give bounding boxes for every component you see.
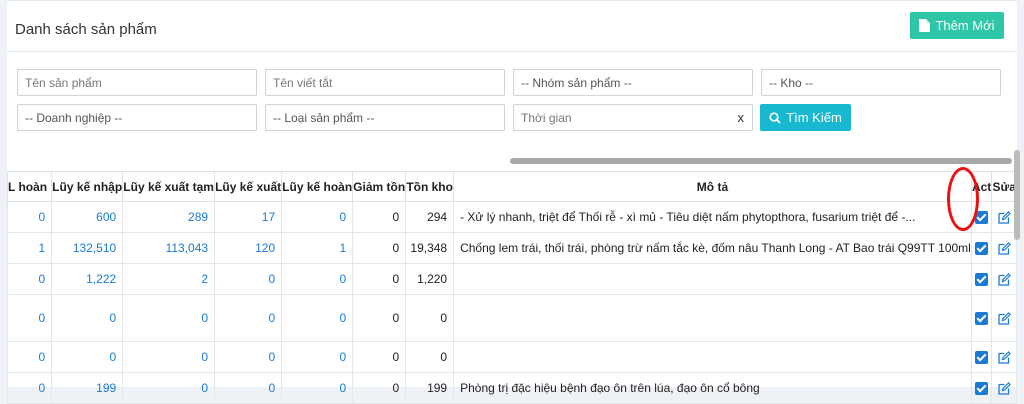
cell-cum-export[interactable]: 17 [214, 201, 283, 233]
cell-stock-decrease: 0 [352, 294, 407, 342]
table-row: 0 0 0 0 0 0 0 [6, 294, 1017, 342]
cell-cum-temp-export[interactable]: 0 [122, 372, 216, 404]
cell-stock: 0 [405, 294, 455, 342]
table-row: 0 0 0 0 0 0 0 [6, 341, 1017, 373]
cell-cum-return[interactable]: 1 [281, 232, 354, 264]
cell-cum-return[interactable]: 0 [281, 294, 354, 342]
add-new-label: Thêm Mới [935, 18, 995, 33]
edit-icon[interactable] [998, 273, 1011, 286]
cell-stock-decrease: 0 [352, 372, 407, 404]
product-name-input[interactable]: Tên sản phẩm [17, 69, 257, 96]
active-checkbox[interactable] [975, 273, 989, 287]
col-header-edit[interactable]: Sửa [991, 171, 1017, 202]
cell-cum-export[interactable]: 0 [214, 372, 283, 404]
cell-returned[interactable]: 0 [6, 263, 53, 295]
short-name-input[interactable]: Tên viết tắt [265, 69, 505, 96]
cell-cum-temp-export[interactable]: 113,043 [122, 232, 216, 264]
col-header-description[interactable]: Mô tả [453, 171, 972, 202]
cell-stock: 1,220 [405, 263, 455, 295]
company-select[interactable]: -- Doanh nghiệp -- [17, 104, 257, 131]
table-row: 0 199 0 0 0 0 199 Phòng trị đặc hiệu bện… [6, 372, 1017, 404]
cell-description [453, 263, 972, 295]
cell-stock: 19,348 [405, 232, 455, 264]
time-placeholder: Thời gian [521, 110, 572, 125]
cell-stock-decrease: 0 [352, 232, 407, 264]
cell-cum-export[interactable]: 120 [214, 232, 283, 264]
active-checkbox[interactable] [975, 382, 989, 396]
col-header-cum-export[interactable]: Lũy kế xuất [214, 171, 283, 202]
cell-cum-return[interactable]: 0 [281, 341, 354, 373]
cell-cum-import[interactable]: 0 [51, 341, 124, 373]
cell-stock: 199 [405, 372, 455, 404]
product-type-select[interactable]: -- Loại sản phẩm -- [265, 104, 505, 131]
cell-description: Chống lem trái, thối trái, phòng trừ nấm… [453, 232, 972, 264]
edit-icon[interactable] [998, 312, 1011, 325]
search-icon [769, 111, 781, 124]
cell-cum-export[interactable]: 0 [214, 263, 283, 295]
cell-cum-import[interactable]: 0 [51, 294, 124, 342]
page-title: Danh sách sản phẩm [15, 21, 157, 38]
col-header-returned[interactable]: L hoàn [6, 171, 53, 202]
cell-description [453, 341, 972, 373]
table-row: 1 132,510 113,043 120 1 0 19,348 Chống l… [6, 232, 1017, 264]
cell-cum-temp-export[interactable]: 289 [122, 201, 216, 233]
edit-icon[interactable] [998, 351, 1011, 364]
col-header-stock[interactable]: Tồn kho [405, 171, 455, 202]
cell-returned[interactable]: 1 [6, 232, 53, 264]
clear-time-button[interactable]: x [738, 110, 745, 125]
table-header-row: L hoàn Lũy kế nhập Lũy kế xuất tạm Lũy k… [6, 171, 1017, 202]
cell-cum-return[interactable]: 0 [281, 201, 354, 233]
file-icon [919, 19, 931, 32]
cell-returned[interactable]: 0 [6, 372, 53, 404]
col-header-stock-decrease[interactable]: Giảm tồn [352, 171, 407, 202]
cell-returned[interactable]: 0 [6, 294, 53, 342]
active-checkbox[interactable] [975, 242, 989, 256]
cell-cum-temp-export[interactable]: 2 [122, 263, 216, 295]
add-new-button[interactable]: Thêm Mới [910, 12, 1004, 39]
product-table: L hoàn Lũy kế nhập Lũy kế xuất tạm Lũy k… [6, 171, 1017, 404]
cell-returned[interactable]: 0 [6, 201, 53, 233]
cell-description: - Xử lý nhanh, triệt để Thối rễ - xì mủ … [453, 201, 972, 233]
cell-description: Phòng trị đặc hiệu bệnh đạo ôn trên lúa,… [453, 372, 972, 404]
table-row: 0 1,222 2 0 0 0 1,220 [6, 263, 1017, 295]
cell-description [453, 294, 972, 342]
active-checkbox[interactable] [975, 351, 989, 365]
cell-cum-export[interactable]: 0 [214, 294, 283, 342]
header-divider [7, 51, 1017, 52]
col-header-cum-import[interactable]: Lũy kế nhập [51, 171, 124, 202]
col-header-cum-return[interactable]: Lũy kế hoàn [281, 171, 354, 202]
cell-cum-temp-export[interactable]: 0 [122, 341, 216, 373]
cell-cum-import[interactable]: 600 [51, 201, 124, 233]
cell-stock: 294 [405, 201, 455, 233]
col-header-cum-temp-export[interactable]: Lũy kế xuất tạm [122, 171, 216, 202]
cell-cum-return[interactable]: 0 [281, 372, 354, 404]
cell-stock: 0 [405, 341, 455, 373]
cell-cum-return[interactable]: 0 [281, 263, 354, 295]
product-group-select[interactable]: -- Nhóm sản phẩm -- [513, 69, 753, 96]
cell-cum-import[interactable]: 1,222 [51, 263, 124, 295]
edit-icon[interactable] [998, 382, 1011, 395]
cell-cum-import[interactable]: 132,510 [51, 232, 124, 264]
search-button[interactable]: Tìm Kiếm [760, 104, 851, 131]
cell-cum-temp-export[interactable]: 0 [122, 294, 216, 342]
active-checkbox[interactable] [975, 312, 989, 326]
table-row: 0 600 289 17 0 0 294 - Xử lý nhanh, triệ… [6, 201, 1017, 233]
cell-stock-decrease: 0 [352, 263, 407, 295]
cell-returned[interactable]: 0 [6, 341, 53, 373]
cell-cum-export[interactable]: 0 [214, 341, 283, 373]
edit-icon[interactable] [998, 242, 1011, 255]
time-input[interactable]: Thời gian x [513, 104, 753, 131]
horizontal-scrollbar[interactable] [510, 158, 1012, 164]
edit-icon[interactable] [998, 211, 1011, 224]
search-label: Tìm Kiếm [786, 110, 842, 125]
highlight-annotation-circle [947, 167, 979, 231]
cell-stock-decrease: 0 [352, 201, 407, 233]
product-list-panel: Danh sách sản phẩm Thêm Mới Tên sản phẩm… [6, 0, 1017, 404]
cell-cum-import[interactable]: 199 [51, 372, 124, 404]
vertical-scrollbar[interactable] [1014, 150, 1020, 240]
cell-stock-decrease: 0 [352, 341, 407, 373]
warehouse-select[interactable]: -- Kho -- [761, 69, 1001, 96]
